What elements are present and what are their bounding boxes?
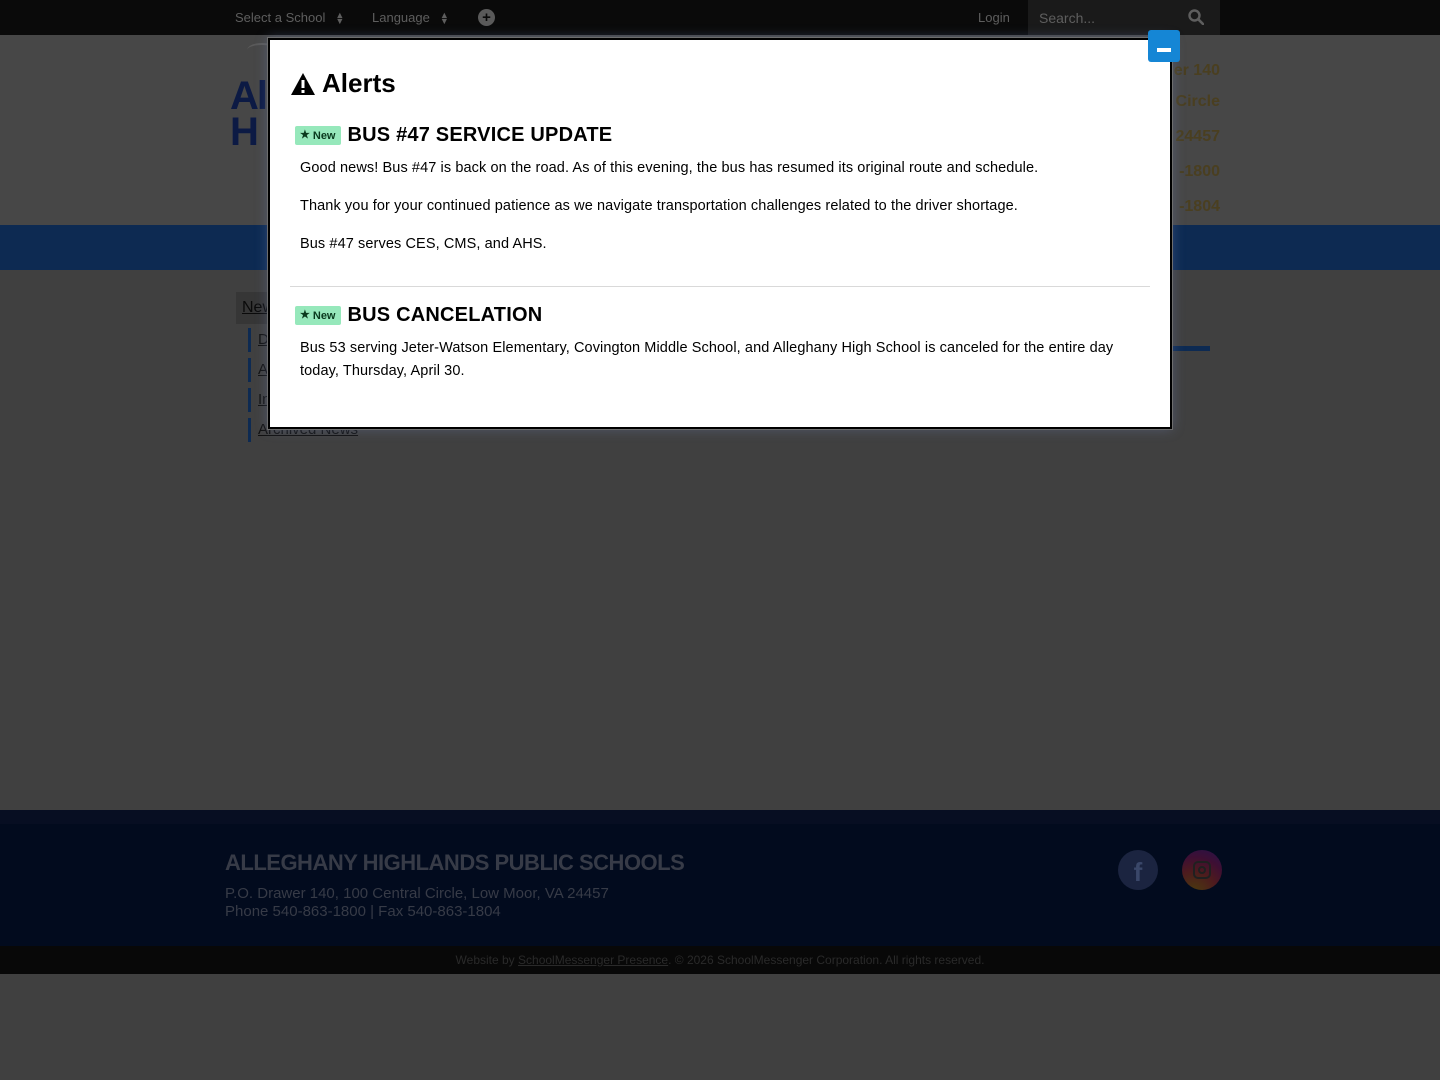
header-address-line: er 140 [1173,62,1220,79]
alerts-modal: Alerts ★ New BUS #47 SERVICE UPDATE Good… [268,38,1172,429]
copyright-prefix: Website by [455,953,515,967]
star-icon: ★ [300,309,310,321]
copyright-bar: Website by SchoolMessenger Presence. © 2… [0,946,1440,974]
alert-title: BUS CANCELATION [347,304,543,326]
header-phone: -1800 [1179,163,1220,180]
plus-circle-icon[interactable]: + [478,9,495,26]
footer-phone: Phone 540-863-1800 | Fax 540-863-1804 [225,903,501,920]
footer-title: ALLEGHANY HIGHLANDS PUBLIC SCHOOLS [225,850,685,875]
page-bottom [0,974,1440,1080]
badge-label: New [312,309,336,322]
language-label: Language [372,10,430,25]
copyright-suffix: . © 2026 SchoolMessenger Corporation. Al… [668,953,985,967]
top-bar: Select a School ▲ ▼ Language ▲ ▼ + Login [0,0,1440,35]
logo-text-line1: Al [230,74,268,118]
login-link[interactable]: Login [978,0,1010,35]
sort-arrows-icon: ▲ ▼ [335,9,345,26]
instagram-icon[interactable] [1182,850,1222,890]
alert-paragraph: Good news! Bus #47 is back on the road. … [300,160,1039,176]
search-icon[interactable] [1188,9,1204,25]
header-address-line: Circle [1175,93,1220,110]
alert-paragraph: Bus #47 serves CES, CMS, and AHS. [300,236,547,252]
alert-header: ★ New BUS CANCELATION [295,304,542,327]
new-badge: ★ New [295,126,341,145]
header-address-line: 24457 [1175,128,1221,145]
search-box [1028,0,1220,35]
content-accent-rule [1170,346,1210,351]
footer-stripe [0,810,1440,824]
site-logo[interactable]: Al H [230,74,268,154]
badge-label: New [312,129,336,142]
schoolmessenger-link[interactable]: SchoolMessenger Presence [518,953,668,967]
alert-paragraph: Bus 53 serving Jeter-Watson Elementary, … [300,340,1114,379]
modal-title: Alerts [290,68,396,99]
alert-divider [290,286,1150,287]
alert-header: ★ New BUS #47 SERVICE UPDATE [295,124,612,147]
header-fax: -1804 [1179,198,1220,215]
select-school-label: Select a School [235,10,326,25]
warning-icon [291,72,315,95]
star-icon: ★ [300,129,310,141]
footer-address: P.O. Drawer 140, 100 Central Circle, Low… [225,885,609,902]
alert-paragraph: Thank you for your continued patience as… [300,198,1018,214]
facebook-icon[interactable]: f [1118,850,1158,890]
logo-text-line2: H [230,110,259,154]
new-badge: ★ New [295,306,341,325]
select-school-dropdown[interactable]: Select a School ▲ ▼ [235,0,344,35]
alert-title: BUS #47 SERVICE UPDATE [347,124,613,146]
site-footer: ALLEGHANY HIGHLANDS PUBLIC SCHOOLS P.O. … [0,824,1440,946]
language-dropdown[interactable]: Language ▲ ▼ [372,0,449,35]
modal-title-text: Alerts [322,68,396,98]
minimize-alerts-button[interactable] [1148,30,1180,62]
sort-arrows-icon: ▲ ▼ [439,9,449,26]
